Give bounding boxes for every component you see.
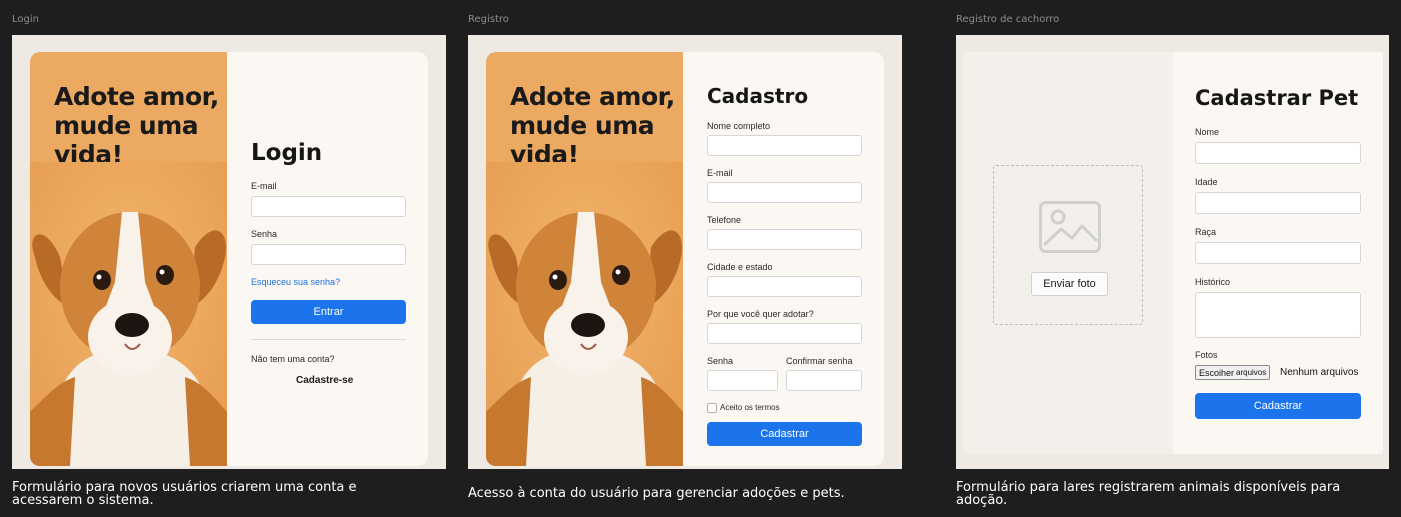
frame-label-login: Login [12,14,39,25]
phone-label: Telefone [707,215,742,225]
terms-label: Aceito os termos [720,403,780,412]
hero-panel: Adote amor, mude uma vida! [486,52,683,466]
choose-files-suffix: arquivos [1236,368,1267,377]
name-input[interactable] [707,135,862,156]
hero-line: Adote amor, [54,82,219,111]
terms-checkbox[interactable] [707,403,717,413]
signup-link[interactable]: Cadastre-se [296,375,353,386]
email-label: E-mail [707,168,733,178]
caption-line: adoção. [956,493,1008,508]
caption-line: acessarem o sistema. [12,493,154,508]
image-placeholder-icon [1039,201,1101,253]
breed-input[interactable] [1195,242,1361,264]
hero-headline: Adote amor, mude uma vida! [510,82,675,169]
choose-files-label: Escoiher [1199,367,1235,378]
frame-label-pet: Registro de cachorro [956,14,1060,25]
photos-label: Fotos [1195,350,1218,360]
hero-headline: Adote amor, mude uma vida! [54,82,219,169]
page-title: Login [251,140,323,166]
name-label: Nome completo [707,121,771,131]
registro-form: Cadastro Nome completo E-mail Telefone C… [683,52,884,466]
registro-card: Adote amor, mude uma vida! Cadastro Nome… [486,52,884,466]
upload-photo-button[interactable]: Enviar foto [1031,272,1108,296]
pet-name-label: Nome [1195,127,1220,137]
hero-line: Adote amor, [510,82,675,111]
pet-frame: Enviar foto Cadastrar Pet Nome Idade Raç… [956,35,1389,469]
password-input[interactable] [251,244,406,265]
city-label: Cidade e estado [707,262,773,272]
confirm-password-label: Confirmar senha [786,356,853,366]
email-label: E-mail [251,181,277,191]
pet-card: Enviar foto Cadastrar Pet Nome Idade Raç… [963,52,1383,454]
caption-line: Formulário para lares registrarem animai… [956,480,1341,495]
age-input[interactable] [1195,192,1361,214]
photo-dropzone[interactable]: Enviar foto [993,165,1143,325]
history-textarea[interactable] [1195,292,1361,338]
puppy-image [486,162,683,466]
login-form: Login E-mail Senha Esqueceu sua senha? E… [227,52,428,466]
registro-caption: Acesso à conta do usuário para gerenciar… [468,486,845,501]
password-label: Senha [251,229,278,239]
city-input[interactable] [707,276,862,297]
divider [251,339,406,340]
email-input[interactable] [707,182,862,203]
password-input[interactable] [707,370,778,391]
register-button[interactable]: Cadastrar [707,422,862,446]
forgot-password-link[interactable]: Esqueceu sua senha? [251,277,340,287]
login-caption: Formulário para novos usuários criarem u… [12,481,357,507]
page-title: Cadastro [707,84,809,108]
register-pet-button[interactable]: Cadastrar [1195,393,1361,419]
registro-frame: Adote amor, mude uma vida! Cadastro Nome… [468,35,902,469]
file-status-text: Nenhum arquivos [1280,367,1359,378]
photo-panel: Enviar foto [963,52,1173,454]
frame-label-registro: Registro [468,14,509,25]
reason-input[interactable] [707,323,862,344]
pet-name-input[interactable] [1195,142,1361,164]
hero-line: mude uma [510,111,655,140]
login-button[interactable]: Entrar [251,300,406,324]
pet-caption: Formulário para lares registrarem animai… [956,481,1340,507]
age-label: Idade [1195,177,1218,187]
email-input[interactable] [251,196,406,217]
login-card: Adote amor, mude uma vida! Login E-mail … [30,52,428,466]
breed-label: Raça [1195,227,1217,237]
login-frame: Adote amor, mude uma vida! Login E-mail … [12,35,446,469]
hero-line: mude uma [54,111,199,140]
reason-label: Por que você quer adotar? [707,309,814,319]
puppy-image [30,162,227,466]
history-label: Histórico [1195,277,1231,287]
confirm-password-input[interactable] [786,370,862,391]
page-title: Cadastrar Pet [1195,86,1359,110]
phone-input[interactable] [707,229,862,250]
pet-form: Cadastrar Pet Nome Idade Raça Histórico … [1173,52,1383,454]
no-account-text: Não tem uma conta? [251,354,335,364]
choose-files-button[interactable]: Escoiher arquivos [1195,365,1271,380]
hero-panel: Adote amor, mude uma vida! [30,52,227,466]
password-label: Senha [707,356,734,366]
